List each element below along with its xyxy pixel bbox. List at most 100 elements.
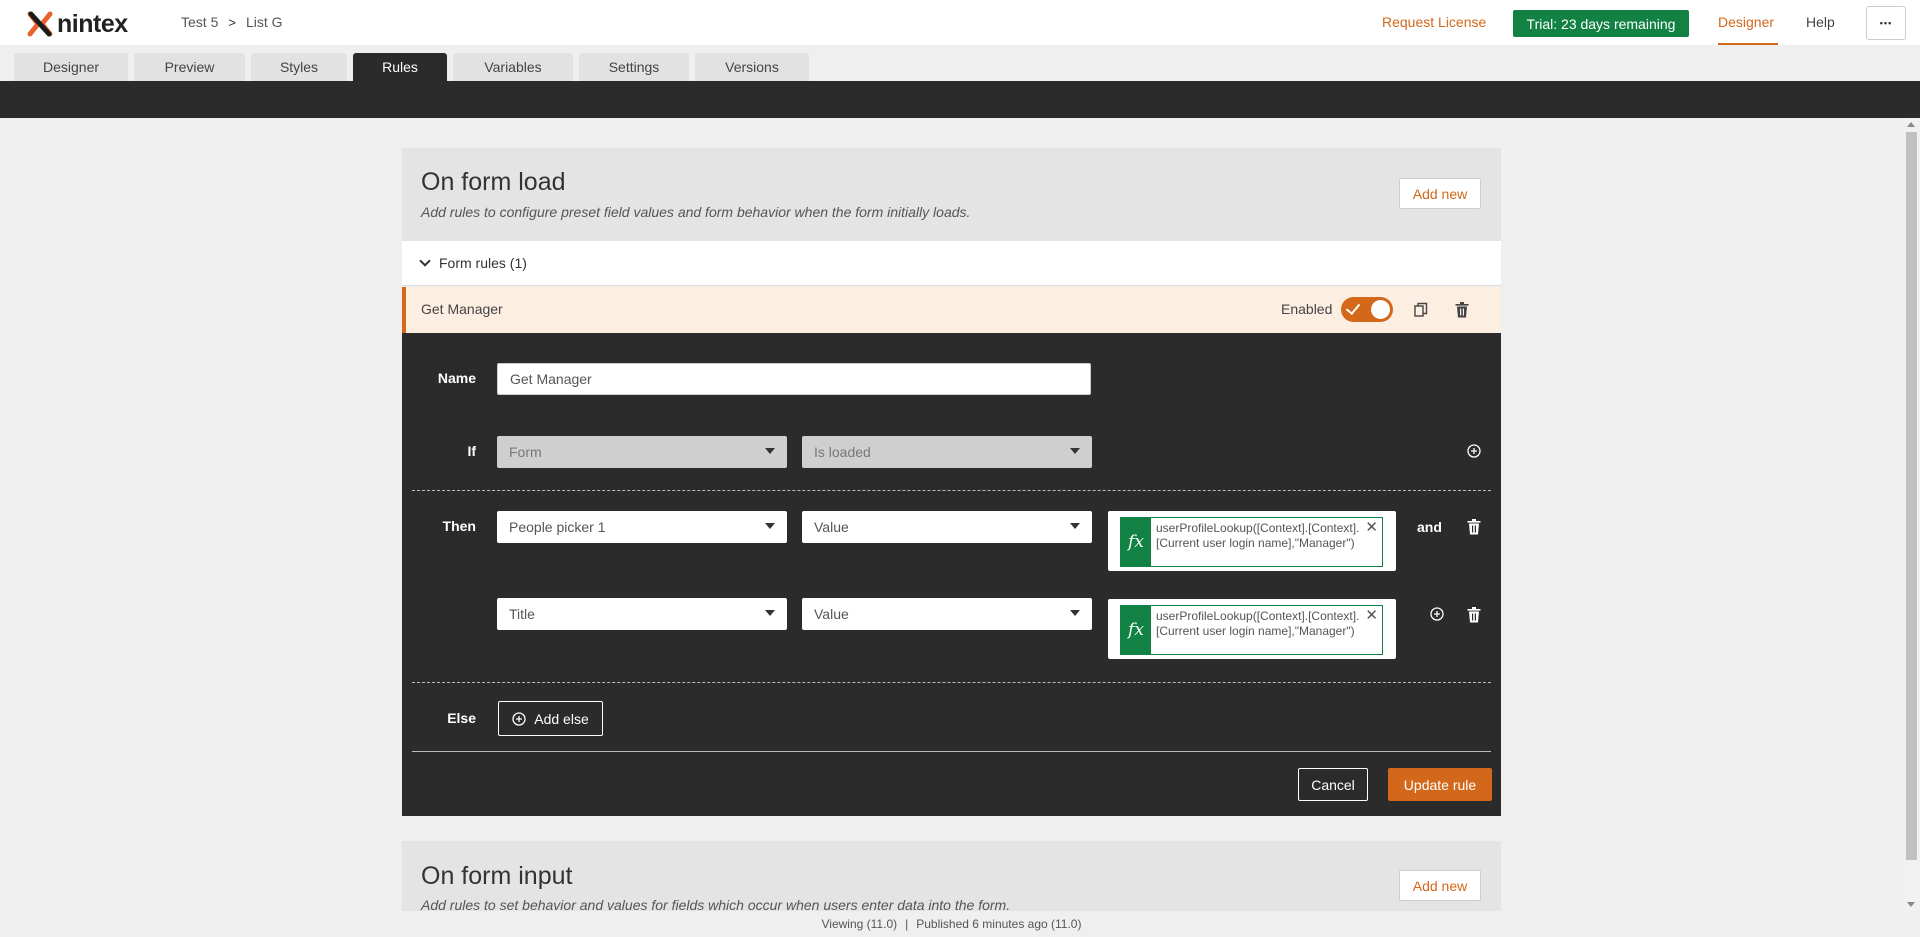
- breadcrumb-workspace[interactable]: Test 5: [181, 14, 218, 30]
- divider: [412, 682, 1491, 683]
- then-label: Then: [442, 518, 476, 534]
- name-label: Name: [437, 370, 476, 386]
- caret-down-icon: [765, 523, 775, 529]
- scrollbar-thumb[interactable]: [1906, 132, 1917, 860]
- trash-icon: [1455, 302, 1469, 318]
- delete-action-button[interactable]: [1465, 605, 1483, 625]
- if-field-value: Form: [509, 444, 542, 460]
- caret-down-icon: [765, 448, 775, 454]
- delete-rule-button[interactable]: [1453, 300, 1471, 320]
- on-form-input-section: On form input Add rules to set behavior …: [402, 841, 1501, 911]
- toolbar-strip: [0, 81, 1920, 118]
- form-rules-count: Form rules (1): [439, 255, 527, 271]
- action-value-input[interactable]: fx userProfileLookup([Context].[Context]…: [1108, 599, 1396, 659]
- action-field-dropdown[interactable]: People picker 1: [497, 511, 787, 543]
- delete-action-button[interactable]: [1465, 517, 1483, 537]
- page-scrollbar[interactable]: [1903, 118, 1920, 911]
- breadcrumb-separator: >: [228, 14, 236, 30]
- add-else-label: Add else: [534, 710, 589, 727]
- logo-text: nintex: [57, 10, 128, 38]
- trial-badge[interactable]: Trial: 23 days remaining: [1513, 10, 1689, 37]
- nav-active-indicator: [1718, 43, 1778, 45]
- plus-circle-icon: [1430, 607, 1444, 621]
- section-description: Add rules to configure preset field valu…: [421, 204, 971, 220]
- rule-name-input[interactable]: Get Manager: [497, 363, 1091, 395]
- request-license-link[interactable]: Request License: [1382, 14, 1486, 30]
- plus-circle-icon: [1467, 444, 1481, 458]
- if-label: If: [467, 443, 476, 459]
- caret-down-icon: [1070, 448, 1080, 454]
- remove-expression-icon[interactable]: ✕: [1365, 520, 1378, 535]
- action-property-value: Value: [814, 606, 849, 622]
- cancel-button[interactable]: Cancel: [1298, 768, 1368, 801]
- expression-token[interactable]: fx userProfileLookup([Context].[Context]…: [1120, 605, 1383, 655]
- add-action-button[interactable]: [1428, 605, 1446, 623]
- action-property-value: Value: [814, 519, 849, 535]
- action-value-input[interactable]: fx userProfileLookup([Context].[Context]…: [1108, 511, 1396, 571]
- toggle-knob: [1371, 300, 1390, 319]
- status-footer: Viewing (11.0) | Published 6 minutes ago…: [0, 911, 1903, 937]
- fx-icon: fx: [1121, 518, 1151, 566]
- add-condition-button[interactable]: [1465, 442, 1483, 460]
- add-new-button[interactable]: Add new: [1399, 178, 1481, 209]
- expression-text: userProfileLookup([Context].[Context].[C…: [1156, 609, 1360, 638]
- designer-tabs: Designer Preview Styles Rules Variables …: [14, 53, 809, 81]
- action-field-value: People picker 1: [509, 519, 606, 535]
- nintex-logo[interactable]: nintex: [27, 11, 128, 37]
- caret-down-icon: [1070, 610, 1080, 616]
- expression-text: userProfileLookup([Context].[Context].[C…: [1156, 521, 1360, 550]
- action-property-dropdown[interactable]: Value: [802, 598, 1092, 630]
- tab-preview[interactable]: Preview: [134, 53, 245, 81]
- tab-variables[interactable]: Variables: [453, 53, 573, 81]
- else-label: Else: [447, 710, 476, 726]
- rule-editor: Name Get Manager If Form Is loaded Then …: [402, 333, 1501, 816]
- trash-icon: [1467, 607, 1481, 623]
- form-rules-header[interactable]: Form rules (1): [402, 241, 1501, 286]
- chevron-down-icon: [419, 255, 431, 267]
- nintex-x-icon: [27, 11, 53, 37]
- tab-rules[interactable]: Rules: [353, 53, 447, 81]
- and-label: and: [1417, 519, 1442, 535]
- action-field-value: Title: [509, 606, 535, 622]
- trash-icon: [1467, 519, 1481, 535]
- add-else-button[interactable]: Add else: [498, 701, 603, 736]
- top-header: nintex Test 5 > List G Request License T…: [0, 0, 1920, 45]
- copy-icon: [1414, 302, 1428, 317]
- add-new-button[interactable]: Add new: [1399, 870, 1481, 901]
- scroll-down-arrow-icon[interactable]: [1907, 902, 1915, 907]
- caret-down-icon: [1070, 523, 1080, 529]
- action-field-dropdown[interactable]: Title: [497, 598, 787, 630]
- copy-rule-button[interactable]: [1412, 300, 1430, 320]
- rule-row[interactable]: Get Manager Enabled: [402, 287, 1501, 333]
- tab-settings[interactable]: Settings: [579, 53, 689, 81]
- enabled-toggle[interactable]: [1341, 297, 1393, 322]
- nav-help-link[interactable]: Help: [1806, 14, 1835, 30]
- caret-down-icon: [765, 610, 775, 616]
- expression-token[interactable]: fx userProfileLookup([Context].[Context]…: [1120, 517, 1383, 567]
- if-field-dropdown: Form: [497, 436, 787, 468]
- update-rule-button[interactable]: Update rule: [1388, 768, 1492, 801]
- divider: [412, 751, 1491, 752]
- tab-versions[interactable]: Versions: [695, 53, 809, 81]
- scroll-up-arrow-icon[interactable]: [1907, 122, 1915, 127]
- section-description: Add rules to set behavior and values for…: [421, 897, 1011, 911]
- plus-circle-icon: [512, 711, 526, 726]
- action-property-dropdown[interactable]: Value: [802, 511, 1092, 543]
- more-menu-button[interactable]: •••: [1866, 6, 1906, 40]
- if-condition-dropdown: Is loaded: [802, 436, 1092, 468]
- section-title: On form load: [421, 168, 566, 196]
- footer-separator: |: [905, 917, 909, 931]
- nav-designer-link[interactable]: Designer: [1718, 14, 1774, 30]
- section-title: On form input: [421, 862, 573, 890]
- more-dots-icon: •••: [1879, 18, 1893, 28]
- tab-styles[interactable]: Styles: [251, 53, 347, 81]
- enabled-label: Enabled: [1281, 301, 1333, 317]
- remove-expression-icon[interactable]: ✕: [1365, 608, 1378, 623]
- breadcrumb-list[interactable]: List G: [246, 14, 283, 30]
- published-status: Published 6 minutes ago (11.0): [916, 917, 1082, 931]
- check-icon: [1345, 299, 1361, 316]
- if-condition-value: Is loaded: [814, 444, 871, 460]
- on-form-load-section: On form load Add rules to configure pres…: [402, 148, 1501, 241]
- divider: [412, 490, 1491, 491]
- tab-designer[interactable]: Designer: [14, 53, 128, 81]
